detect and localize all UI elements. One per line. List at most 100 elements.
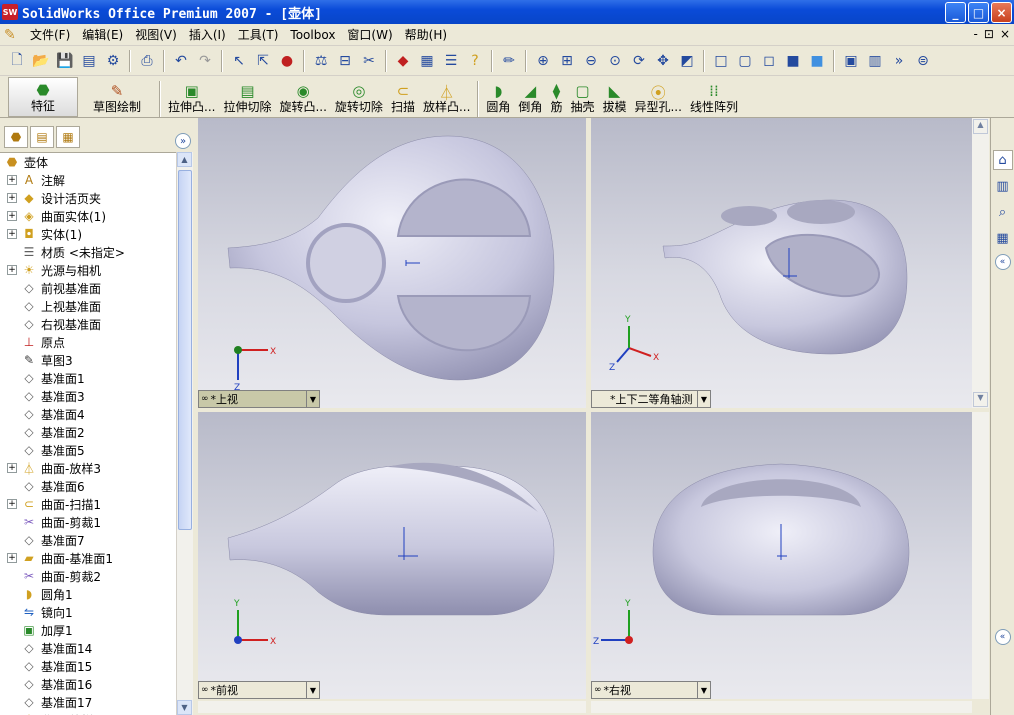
help-icon[interactable]: ? [464, 50, 486, 72]
tree-node[interactable]: ◇ 基准面17 [0, 693, 176, 711]
viewport-right[interactable]: Z Y ∞ *右视 ▼ [591, 412, 972, 699]
extruded-cut-button[interactable]: ▤ 拉伸切除 [219, 77, 275, 117]
tree-node[interactable]: ◇ 基准面15 [0, 657, 176, 675]
tree-scrollbar[interactable]: ▲ ▼ [176, 152, 193, 715]
solidworks-resources-icon[interactable]: ⌂ [992, 150, 1013, 170]
tab-sketch[interactable]: ✎ 草图绘制 [78, 77, 156, 117]
tree-node[interactable]: + A 注解 [0, 171, 176, 189]
tree-node[interactable]: ◇ 基准面5 [0, 441, 176, 459]
menu-insert[interactable]: 插入(I) [183, 26, 232, 43]
tree-node[interactable]: + ◆ 设计活页夹 [0, 189, 176, 207]
solidworks-app-icon[interactable]: SW [2, 4, 18, 20]
rotate-view-icon[interactable]: ⟳ [628, 50, 650, 72]
make-assembly-icon[interactable]: ⚙ [102, 50, 124, 72]
sweep-button[interactable]: ⊂ 扫描 [387, 77, 419, 117]
solidworks-logo-icon[interactable]: ✎ [4, 27, 20, 43]
hidden-lines-visible-icon[interactable]: ▢ [734, 50, 756, 72]
expand-node-icon[interactable]: + [7, 211, 17, 221]
redo-icon[interactable]: ↷ [194, 50, 216, 72]
tree-node[interactable]: ◇ 前视基准面 [0, 279, 176, 297]
save-icon[interactable]: 💾 [54, 50, 76, 72]
tree-node[interactable]: ▣ 加厚1 [0, 621, 176, 639]
fillet-button[interactable]: ◗ 圆角 [482, 77, 514, 117]
view-palette-icon[interactable]: ▦ [993, 228, 1013, 248]
expand-node-icon[interactable]: + [7, 463, 17, 473]
menu-view[interactable]: 视图(V) [129, 26, 183, 43]
tree-node[interactable]: + ◘ 实体(1) [0, 225, 176, 243]
design-library-icon[interactable]: ▥ [993, 176, 1013, 196]
wireframe-icon[interactable]: □ [710, 50, 732, 72]
scroll-up-icon[interactable]: ▲ [973, 119, 988, 134]
scroll-down-icon[interactable]: ▼ [973, 392, 988, 407]
menu-file[interactable]: 文件(F) [24, 26, 76, 43]
open-folder-icon[interactable]: 📂 [30, 50, 52, 72]
shadows-icon[interactable]: ▣ [840, 50, 862, 72]
hidden-lines-removed-icon[interactable]: ◻ [758, 50, 780, 72]
select-other-icon[interactable]: ⇱ [252, 50, 274, 72]
toolbar-overflow-icon[interactable]: » [888, 50, 910, 72]
dropdown-arrow-icon[interactable]: ▼ [306, 391, 319, 407]
view-orientation-icon[interactable]: ◩ [676, 50, 698, 72]
menu-tools[interactable]: 工具(T) [232, 26, 285, 43]
collapse-task-pane-icon[interactable]: « [994, 254, 1011, 270]
close-button[interactable]: × [991, 2, 1012, 23]
print-icon[interactable]: ⎙ [136, 50, 158, 72]
linear-pattern-button[interactable]: ⁞⁞ 线性阵列 [686, 77, 742, 117]
tree-node[interactable]: + ☀ 光源与相机 [0, 261, 176, 279]
expand-node-icon[interactable]: + [7, 193, 17, 203]
tree-node[interactable]: ✂ 曲面-剪裁1 [0, 513, 176, 531]
isolate-icon[interactable]: ⊜ [912, 50, 934, 72]
rib-button[interactable]: ⧫ 筋 [546, 77, 566, 117]
viewport-label-iso[interactable]: *上下二等角轴测 ▼ [591, 390, 711, 408]
tree-node[interactable]: ◇ 基准面7 [0, 531, 176, 549]
tree-node[interactable]: ✎ 草图3 [0, 351, 176, 369]
propertymanager-tab-icon[interactable]: ▤ [30, 126, 54, 148]
viewport-right-scrollbar[interactable] [972, 412, 989, 699]
expand-node-icon[interactable]: + [7, 499, 17, 509]
tree-node[interactable]: + ⊂ 曲面-扫描1 [0, 495, 176, 513]
expand-panel-icon[interactable]: » [175, 133, 191, 149]
expand-task-pane-icon[interactable]: « [994, 629, 1011, 645]
viewport-front[interactable]: X Y ∞ *前视 ▼ [198, 412, 586, 699]
viewport-iso[interactable]: X Y Z *上下二等角轴测 ▼ [591, 118, 972, 408]
zoom-to-area-icon[interactable]: ⊞ [556, 50, 578, 72]
dropdown-arrow-icon[interactable]: ▼ [306, 682, 319, 698]
expand-node-icon[interactable]: + [7, 175, 17, 185]
extruded-boss-button[interactable]: ▣ 拉伸凸... [164, 77, 219, 117]
viewport-label-right[interactable]: ∞ *右视 ▼ [591, 681, 711, 699]
options-icon[interactable]: ☰ [440, 50, 462, 72]
revolved-cut-button[interactable]: ◎ 旋转切除 [331, 77, 387, 117]
tree-node[interactable]: ◇ 基准面14 [0, 639, 176, 657]
tree-root[interactable]: ⬣ 壶体 [0, 153, 176, 171]
menu-window[interactable]: 窗口(W) [341, 26, 398, 43]
viewport-iso-scrollbar[interactable]: ▲ ▼ [972, 118, 989, 408]
minimize-button[interactable]: _ [945, 2, 966, 23]
viewport-label-front[interactable]: ∞ *前视 ▼ [198, 681, 320, 699]
shell-button[interactable]: ▢ 抽壳 [566, 77, 598, 117]
viewport-right-hscrollbar[interactable] [591, 701, 972, 713]
menu-edit[interactable]: 编辑(E) [76, 26, 129, 43]
tree-node[interactable]: ◇ 基准面4 [0, 405, 176, 423]
zoom-in-out-icon[interactable]: ⊖ [580, 50, 602, 72]
mdi-restore-button[interactable]: ⊡ [984, 27, 994, 41]
tree-node[interactable]: ◇ 基准面1 [0, 369, 176, 387]
tree-node[interactable]: ◇ 上视基准面 [0, 297, 176, 315]
tree-node[interactable]: ◇ 基准面3 [0, 387, 176, 405]
tree-node[interactable]: ◇ 基准面6 [0, 477, 176, 495]
tree-node[interactable]: ⏃曲面-放样 [0, 711, 176, 715]
make-drawing-icon[interactable]: ▤ [78, 50, 100, 72]
tree-node[interactable]: ◇ 基准面16 [0, 675, 176, 693]
viewport-layout-icon[interactable]: ▦ [416, 50, 438, 72]
tree-node[interactable]: + ⏃ 曲面-放样3 [0, 459, 176, 477]
menu-toolbox[interactable]: Toolbox [284, 28, 341, 42]
rebuild-traffic-light-icon[interactable]: ● [276, 50, 298, 72]
expand-node-icon[interactable]: + [7, 265, 17, 275]
mdi-minimize-button[interactable]: - [974, 27, 978, 41]
dropdown-arrow-icon[interactable]: ▼ [697, 391, 710, 407]
sketch-tool-icon[interactable]: ✏ [498, 50, 520, 72]
draft-button[interactable]: ◣ 拔模 [598, 77, 630, 117]
chamfer-button[interactable]: ◢ 倒角 [514, 77, 546, 117]
tree-node[interactable]: + ▰ 曲面-基准面1 [0, 549, 176, 567]
viewport-top[interactable]: X Z ∞ *上视 ▼ [198, 118, 586, 408]
tree-node[interactable]: ✂ 曲面-剪裁2 [0, 567, 176, 585]
